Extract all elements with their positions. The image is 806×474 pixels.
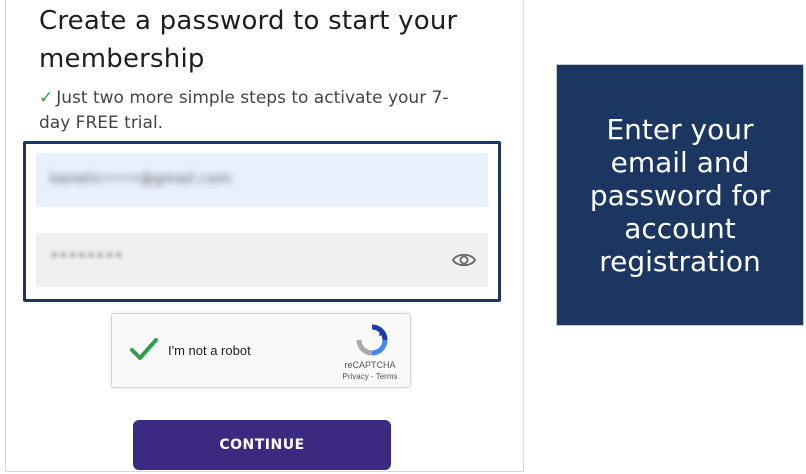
captcha-label: I'm not a robot <box>168 343 251 358</box>
email-field[interactable]: kanetic••••@gmail.com <box>36 153 488 207</box>
checkmark-icon[interactable] <box>129 334 159 364</box>
recaptcha-logo-icon <box>356 324 388 356</box>
password-value: •••••••• <box>50 248 125 264</box>
password-field[interactable]: •••••••• <box>36 233 488 287</box>
recaptcha-widget: I'm not a robot reCAPTCHA Privacy - Term… <box>111 313 411 388</box>
signup-panel: Create a password to start your membersh… <box>5 0 524 472</box>
trial-subtext: ✓ Just two more simple steps to activate … <box>39 86 479 136</box>
page-title: Create a password to start your membersh… <box>39 6 458 74</box>
subtext-label: Just two more simple steps to activate y… <box>39 88 449 133</box>
captcha-privacy-terms-link[interactable]: Privacy - Terms <box>332 372 408 381</box>
email-value: kanetic••••@gmail.com <box>50 171 232 187</box>
check-icon: ✓ <box>39 88 54 108</box>
captcha-brand: reCAPTCHA <box>344 360 396 370</box>
eye-icon[interactable] <box>452 250 476 270</box>
callout-text: Enter your email and password for accoun… <box>589 112 771 278</box>
annotation-callout: Enter your email and password for accoun… <box>556 64 804 326</box>
continue-button[interactable]: CONTINUE <box>133 420 391 470</box>
